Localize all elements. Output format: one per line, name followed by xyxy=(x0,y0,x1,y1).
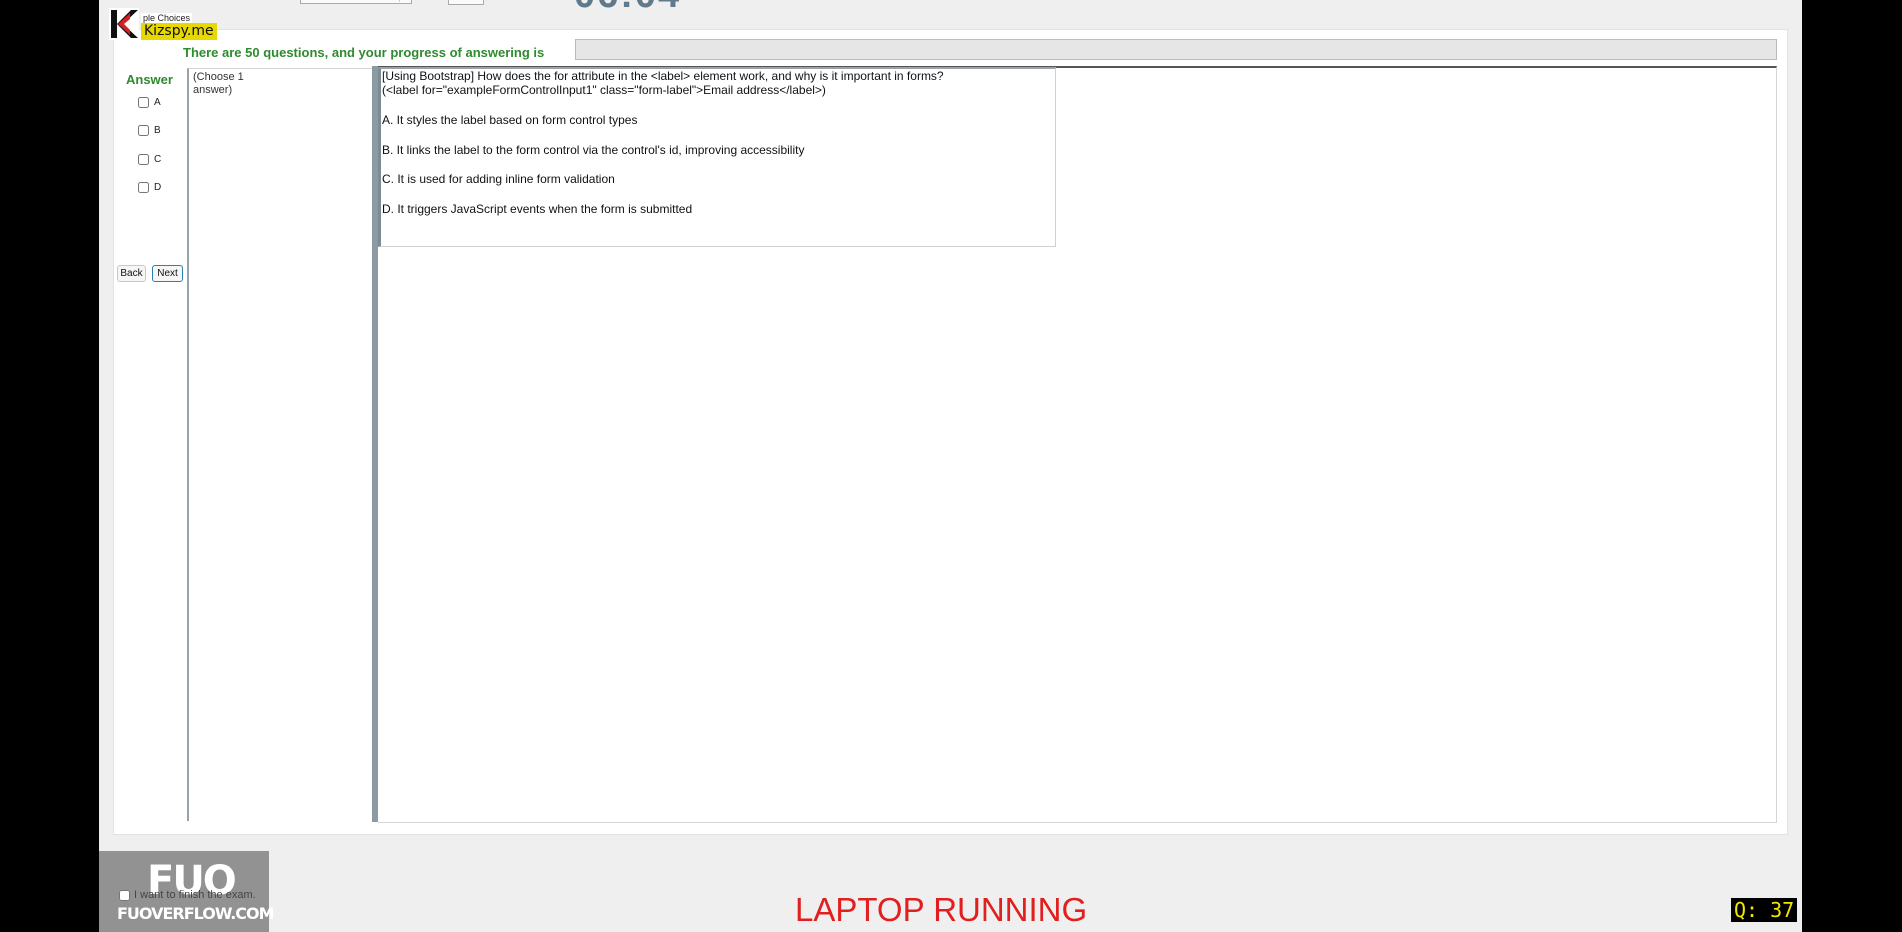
question-counter: Q: 37 xyxy=(1731,898,1798,922)
countdown-timer: 06:04 xyxy=(574,0,681,17)
exam-code-select[interactable] xyxy=(300,0,412,4)
answer-option-a[interactable]: A xyxy=(138,97,161,108)
question-line-2: (<label for="exampleFormControlInput1" c… xyxy=(382,83,826,97)
answer-heading: Answer xyxy=(126,72,173,87)
answer-option-b[interactable]: B xyxy=(138,125,161,136)
watermark-site: FUOVERFLOW.COM xyxy=(117,904,275,923)
zoom-stepper[interactable] xyxy=(448,0,484,5)
choice-c: C. It is used for adding inline form val… xyxy=(382,172,615,186)
finish-exam-checkbox[interactable] xyxy=(119,889,130,901)
answer-option-label: C xyxy=(154,154,162,165)
choice-a: A. It styles the label based on form con… xyxy=(382,113,638,127)
answer-option-label: D xyxy=(154,182,162,193)
chevron-down-icon xyxy=(399,0,410,2)
finish-exam-option[interactable]: I want to finish the exam. xyxy=(119,889,256,901)
answer-option-label: B xyxy=(154,125,161,136)
answer-checkbox-b[interactable] xyxy=(138,125,149,136)
choice-d: D. It triggers JavaScript events when th… xyxy=(382,202,693,216)
exam-window: 06:04 ple Choices Kizspy.me There are 50… xyxy=(99,0,1802,932)
status-text: LAPTOP RUNNING xyxy=(795,891,1088,928)
answer-option-label: A xyxy=(154,97,161,108)
answer-checkbox-a[interactable] xyxy=(138,97,149,108)
progress-label: There are 50 questions, and your progres… xyxy=(183,45,545,60)
choice-b: B. It links the label to the form contro… xyxy=(382,143,805,157)
question-text: [Using Bootstrap] How does the for attri… xyxy=(382,69,1042,97)
progress-bar xyxy=(575,39,1777,60)
instructions-pane xyxy=(187,68,374,821)
next-button[interactable]: Next xyxy=(152,265,183,282)
answer-option-d[interactable]: D xyxy=(138,182,161,193)
answer-checkbox-c[interactable] xyxy=(138,154,149,165)
answer-checkbox-d[interactable] xyxy=(138,182,149,193)
answer-option-c[interactable]: C xyxy=(138,154,161,165)
choose-instructions: (Choose 1 answer) xyxy=(193,71,244,96)
question-line-1: [Using Bootstrap] How does the for attri… xyxy=(382,69,944,83)
logo-brand: Kizspy.me xyxy=(141,23,217,40)
kizspy-logo-icon xyxy=(109,8,139,40)
back-button[interactable]: Back xyxy=(117,265,146,282)
finish-exam-label: I want to finish the exam. xyxy=(134,889,256,901)
